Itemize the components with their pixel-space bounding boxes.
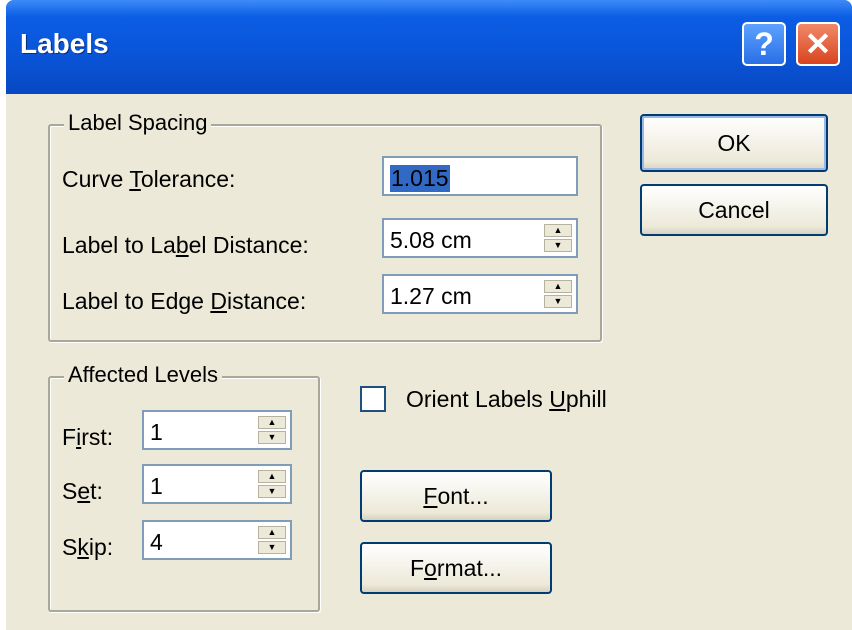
- edge-distance-input[interactable]: 1.27 cm ▲ ▼: [382, 274, 578, 314]
- window-title: Labels: [20, 28, 109, 59]
- curve-tolerance-label: Curve Tolerance:: [62, 166, 236, 192]
- spin-down-icon[interactable]: ▼: [258, 541, 286, 554]
- title-bar[interactable]: Labels ? ✕: [6, 0, 852, 94]
- curve-tolerance-value: 1.015: [390, 165, 450, 192]
- first-label: First:: [62, 424, 114, 450]
- skip-label: Skip:: [62, 534, 114, 560]
- ok-button[interactable]: OK: [640, 114, 828, 172]
- first-value: 1: [150, 419, 163, 445]
- label-distance-value: 5.08 cm: [390, 227, 472, 253]
- spin-up-icon[interactable]: ▲: [544, 224, 572, 237]
- orient-uphill-label[interactable]: Orient Labels Uphill: [406, 386, 607, 413]
- first-spinner[interactable]: ▲ ▼: [258, 416, 286, 444]
- close-button[interactable]: ✕: [796, 22, 840, 66]
- edge-distance-spinner[interactable]: ▲ ▼: [544, 280, 572, 308]
- label-spacing-legend: Label Spacing: [64, 110, 212, 136]
- edge-distance-label: Label to Edge Distance:: [62, 288, 307, 314]
- labels-dialog: Labels ? ✕ Label Spacing Curve Tolerance…: [6, 0, 852, 630]
- spin-up-icon[interactable]: ▲: [258, 526, 286, 539]
- orient-uphill-checkbox[interactable]: [360, 386, 386, 412]
- font-button[interactable]: Font...: [360, 470, 552, 522]
- cancel-button[interactable]: Cancel: [640, 184, 828, 236]
- spin-down-icon[interactable]: ▼: [258, 485, 286, 498]
- spin-up-icon[interactable]: ▲: [258, 470, 286, 483]
- set-input[interactable]: 1 ▲ ▼: [142, 464, 292, 504]
- spin-up-icon[interactable]: ▲: [544, 280, 572, 293]
- spin-up-icon[interactable]: ▲: [258, 416, 286, 429]
- spin-down-icon[interactable]: ▼: [258, 431, 286, 444]
- curve-tolerance-input[interactable]: 1.015: [382, 156, 578, 196]
- skip-spinner[interactable]: ▲ ▼: [258, 526, 286, 554]
- label-distance-label: Label to Label Distance:: [62, 232, 309, 258]
- edge-distance-value: 1.27 cm: [390, 283, 472, 309]
- skip-value: 4: [150, 529, 163, 555]
- set-value: 1: [150, 473, 163, 499]
- spin-down-icon[interactable]: ▼: [544, 295, 572, 308]
- affected-levels-legend: Affected Levels: [64, 362, 223, 388]
- set-spinner[interactable]: ▲ ▼: [258, 470, 286, 498]
- first-input[interactable]: 1 ▲ ▼: [142, 410, 292, 450]
- spin-down-icon[interactable]: ▼: [544, 239, 572, 252]
- label-distance-input[interactable]: 5.08 cm ▲ ▼: [382, 218, 578, 258]
- format-button[interactable]: Fo rmat...: [360, 542, 552, 594]
- label-distance-spinner[interactable]: ▲ ▼: [544, 224, 572, 252]
- dialog-body: Label Spacing Curve Tolerance: 1.015 Lab…: [6, 94, 852, 630]
- set-label: Set:: [62, 478, 103, 504]
- skip-input[interactable]: 4 ▲ ▼: [142, 520, 292, 560]
- help-button[interactable]: ?: [742, 22, 786, 66]
